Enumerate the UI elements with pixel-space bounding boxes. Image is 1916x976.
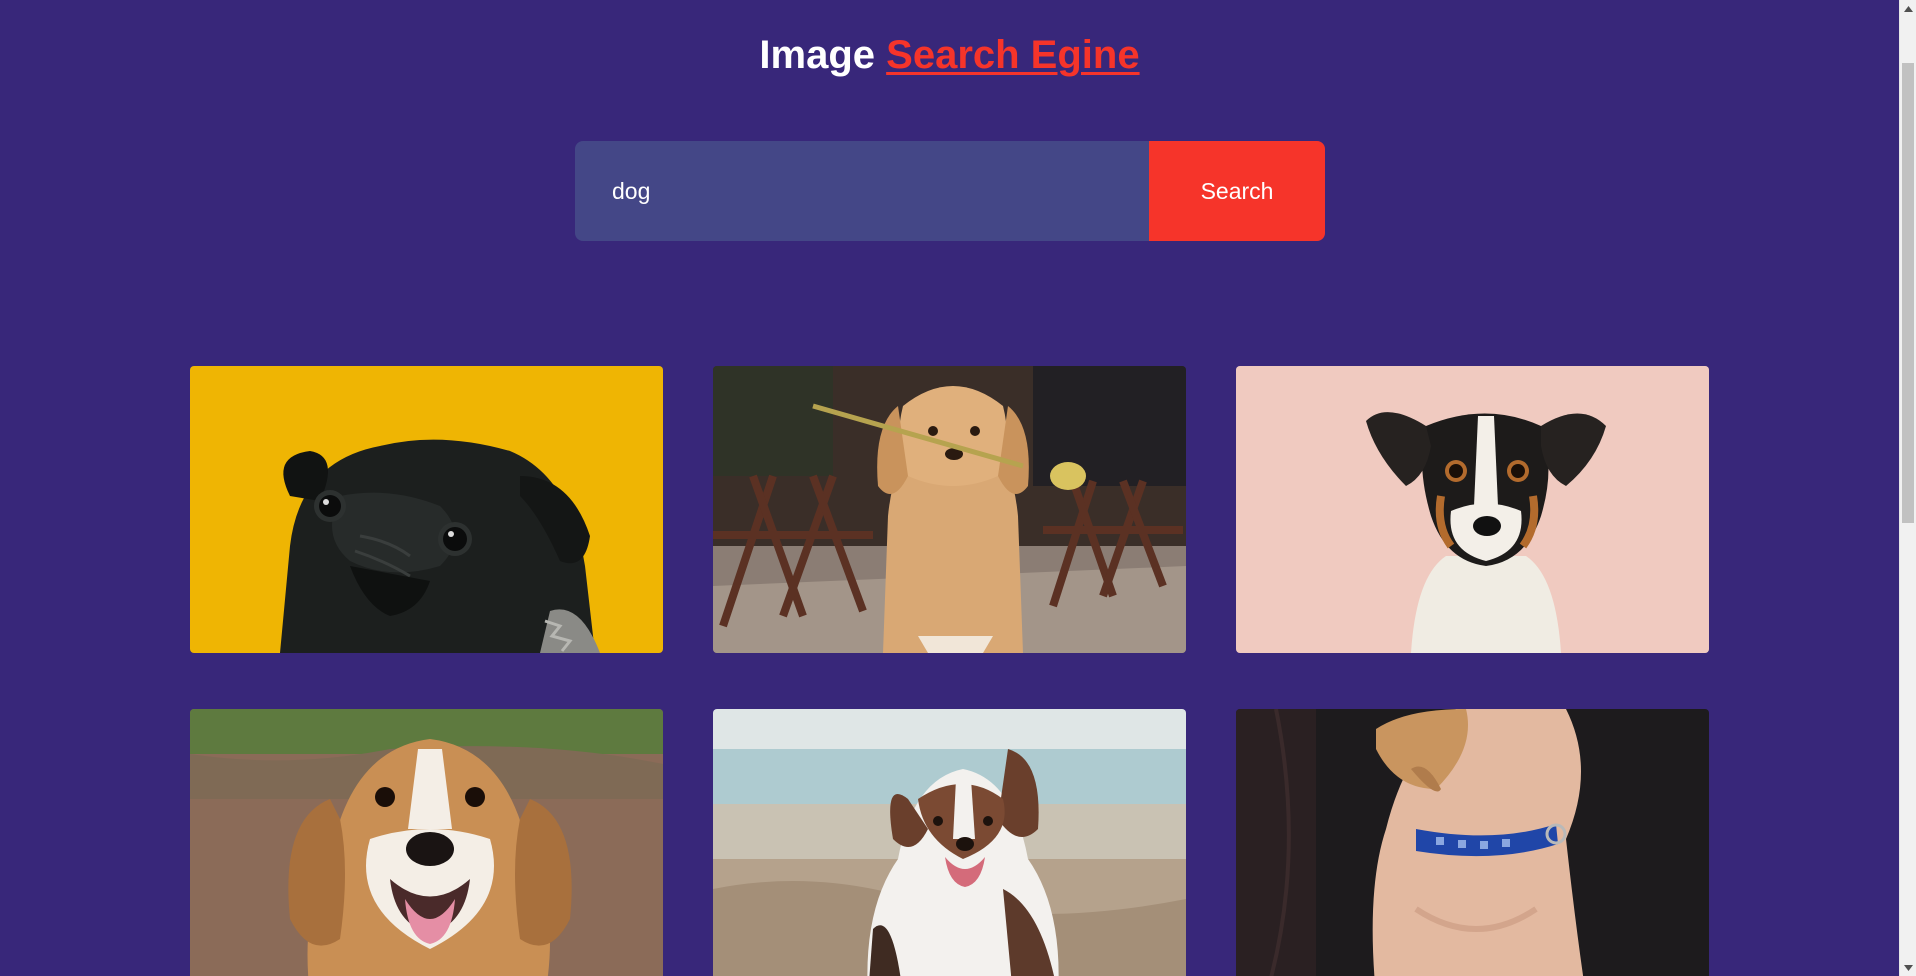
browser-viewport: Image Search Egine Search: [0, 0, 1916, 976]
result-image-australian-shepherd[interactable]: [713, 709, 1186, 976]
pug-photo: [190, 366, 663, 653]
page-title: Image Search Egine: [0, 28, 1899, 82]
result-image-beagle[interactable]: [190, 709, 663, 976]
golden-retriever-photo: [713, 366, 1186, 653]
vertical-scrollbar[interactable]: [1899, 0, 1916, 976]
scroll-down-arrow-icon[interactable]: [1900, 959, 1916, 976]
search-form: Search: [575, 141, 1325, 241]
terrier-photo: [1236, 366, 1709, 653]
result-image-dog-collar[interactable]: [1236, 709, 1709, 976]
scroll-up-arrow-icon[interactable]: [1900, 0, 1916, 17]
scrollbar-thumb[interactable]: [1902, 63, 1914, 523]
dog-collar-photo: [1236, 709, 1709, 976]
result-image-golden-retriever[interactable]: [713, 366, 1186, 653]
result-image-terrier[interactable]: [1236, 366, 1709, 653]
australian-shepherd-photo: [713, 709, 1186, 976]
result-image-pug[interactable]: [190, 366, 663, 653]
page: Image Search Egine Search: [0, 0, 1899, 976]
beagle-photo: [190, 709, 663, 976]
search-button[interactable]: Search: [1149, 141, 1325, 241]
title-plain: Image: [759, 33, 876, 77]
search-input[interactable]: [575, 141, 1149, 241]
title-link[interactable]: Search Egine: [886, 33, 1139, 77]
results-grid: [190, 366, 1709, 976]
